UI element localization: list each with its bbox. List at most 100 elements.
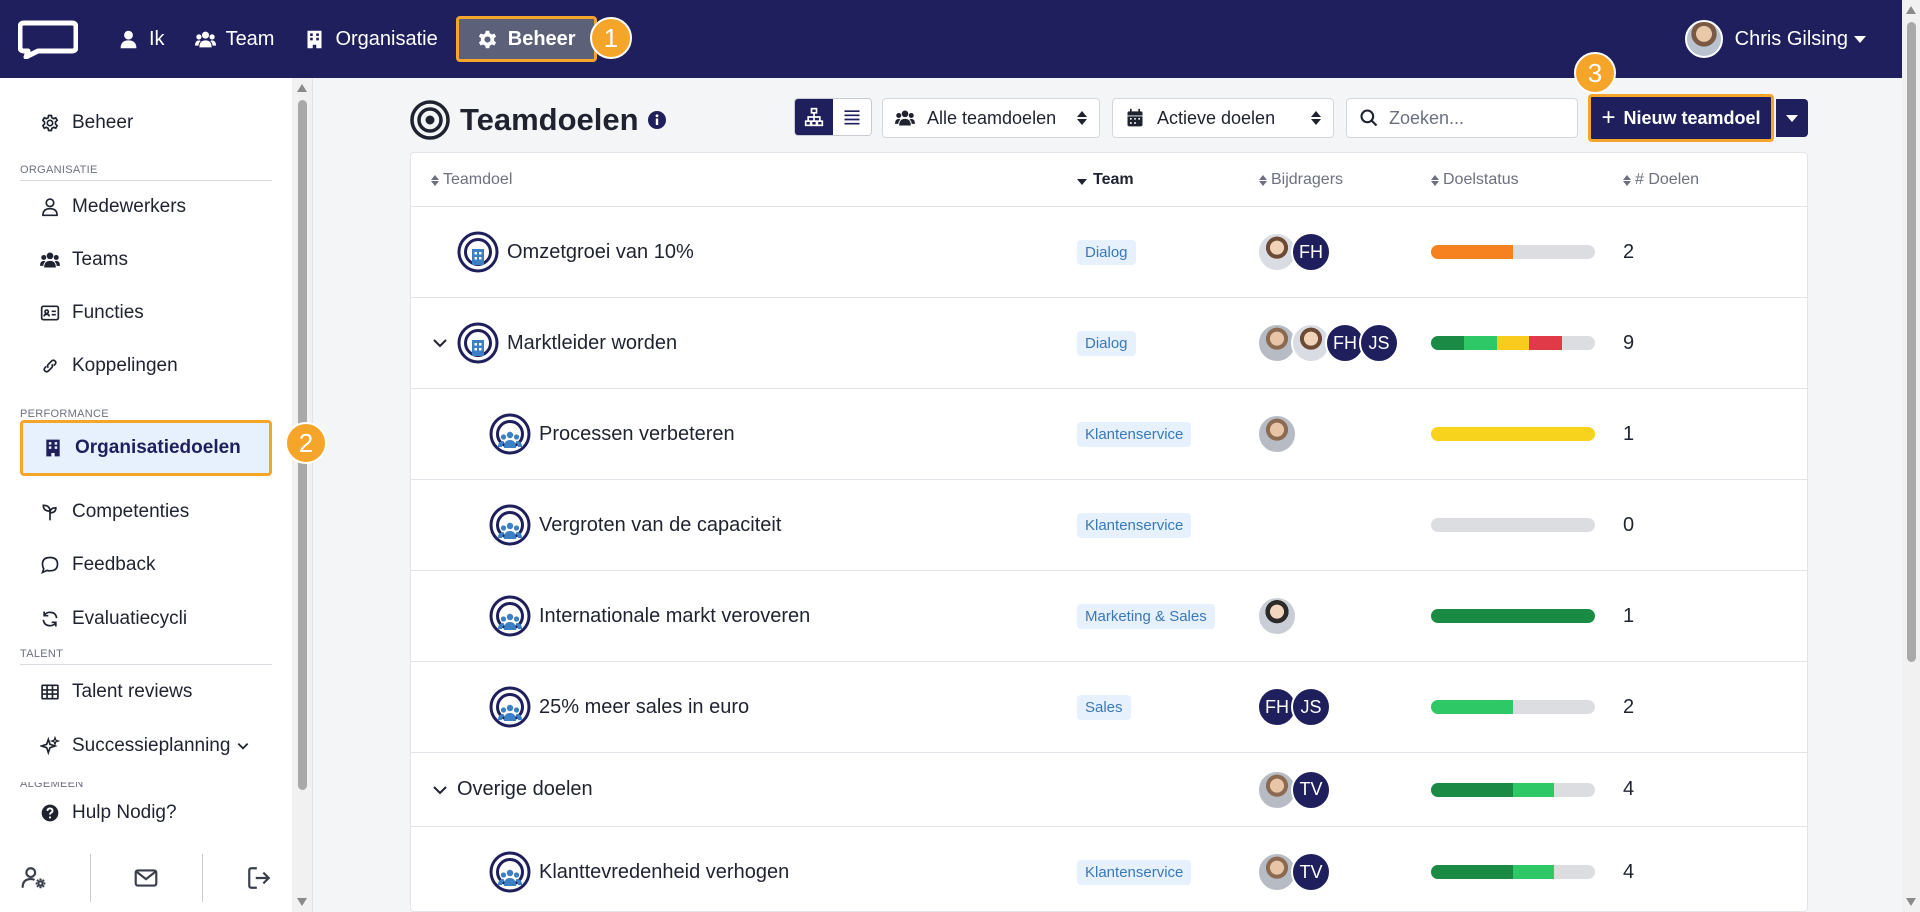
sidebar-item-label: Hulp Nodig? bbox=[72, 802, 177, 823]
avatar-initials[interactable]: FH bbox=[1291, 232, 1331, 272]
sidebar-item-medewerkers[interactable]: Medewerkers bbox=[20, 182, 272, 232]
scrollbar-thumb[interactable] bbox=[1907, 22, 1916, 662]
nav-organisatie[interactable]: Organisatie bbox=[292, 16, 449, 62]
column-header-aantal-doelen[interactable]: # Doelen bbox=[1623, 171, 1699, 189]
sidebar-item-teams[interactable]: Teams bbox=[20, 235, 272, 285]
count-cell: 4 bbox=[1623, 753, 1634, 826]
count-cell: 9 bbox=[1623, 298, 1634, 388]
nav-team[interactable]: Team bbox=[183, 16, 287, 62]
app-logo-icon[interactable] bbox=[18, 19, 78, 59]
view-toggle bbox=[794, 98, 872, 136]
new-teamgoal-dropdown-button[interactable] bbox=[1776, 99, 1808, 137]
scroll-down-icon[interactable] bbox=[297, 898, 307, 906]
link-icon bbox=[43, 359, 57, 373]
avatar-initials[interactable]: JS bbox=[1359, 323, 1399, 363]
team-cell: Dialog bbox=[1077, 298, 1136, 388]
scroll-up-icon[interactable] bbox=[1906, 6, 1916, 14]
goal-count: 1 bbox=[1623, 422, 1635, 445]
sidebar-scrollbar[interactable] bbox=[292, 78, 312, 912]
sidebar-item-talent-reviews[interactable]: Talent reviews bbox=[20, 667, 272, 717]
goal-name[interactable]: Overige doelen bbox=[457, 778, 593, 801]
goal-name[interactable]: Processen verbeteren bbox=[539, 423, 735, 446]
status-segment bbox=[1529, 336, 1563, 350]
nav-beheer[interactable]: Beheer bbox=[455, 16, 597, 62]
chevron-down-icon[interactable] bbox=[433, 783, 447, 797]
sidebar-item-successieplanning[interactable]: Successieplanning bbox=[20, 721, 272, 771]
goal-name[interactable]: Marktleider worden bbox=[507, 332, 677, 355]
contributors-cell: FH JS bbox=[1257, 662, 1331, 752]
column-header-bijdragers[interactable]: Bijdragers bbox=[1259, 171, 1343, 189]
list-view-button[interactable] bbox=[833, 99, 871, 135]
sidebar-item-hulp[interactable]: Hulp Nodig? bbox=[20, 788, 272, 838]
table-row[interactable]: Klanttevredenheid verhogen Klantenservice… bbox=[411, 827, 1807, 911]
footer-divider bbox=[89, 854, 91, 902]
goal-name[interactable]: Internationale markt veroveren bbox=[539, 605, 810, 628]
sidebar-item-evaluatiecycli[interactable]: Evaluatiecycli bbox=[20, 594, 272, 644]
tree-view-button[interactable] bbox=[795, 99, 833, 135]
table-row[interactable]: Marktleider worden Dialog FH JS 9 bbox=[411, 298, 1807, 389]
plus-icon: + bbox=[1601, 104, 1616, 131]
page-scrollbar[interactable] bbox=[1902, 0, 1920, 912]
avatar-initials[interactable]: TV bbox=[1291, 852, 1331, 892]
status-cell bbox=[1431, 389, 1595, 479]
goal-status-bar bbox=[1431, 700, 1595, 714]
search-input[interactable] bbox=[1389, 107, 1569, 129]
table-row[interactable]: 25% meer sales in euro Sales FH JS 2 bbox=[411, 662, 1807, 753]
goal-name[interactable]: Vergroten van de capaciteit bbox=[539, 514, 781, 537]
contributors-cell bbox=[1257, 389, 1297, 479]
goal-status-bar bbox=[1431, 865, 1595, 879]
goal-cell: Overige doelen bbox=[433, 753, 593, 826]
status-cell bbox=[1431, 753, 1595, 826]
user-menu[interactable]: Chris Gilsing bbox=[1684, 0, 1866, 78]
user-settings-icon[interactable] bbox=[21, 865, 47, 891]
column-header-doelstatus[interactable]: Doelstatus bbox=[1431, 171, 1519, 189]
team-tag: Klantenservice bbox=[1077, 512, 1192, 538]
new-teamgoal-button[interactable]: + Nieuw teamdoel bbox=[1588, 94, 1774, 142]
logout-icon[interactable] bbox=[246, 865, 272, 891]
sidebar-item-koppelingen[interactable]: Koppelingen bbox=[20, 341, 272, 391]
goal-name[interactable]: Omzetgroei van 10% bbox=[507, 241, 694, 264]
column-header-team[interactable]: Team bbox=[1077, 171, 1134, 189]
envelope-icon[interactable] bbox=[133, 865, 159, 891]
team-goal-icon bbox=[489, 413, 531, 455]
table-row[interactable]: Overige doelen TV 4 bbox=[411, 753, 1807, 827]
table-row[interactable]: Omzetgroei van 10% Dialog FH 2 bbox=[411, 207, 1807, 298]
team-cell: Klantenservice bbox=[1077, 480, 1192, 570]
sidebar-item-label: Beheer bbox=[72, 112, 134, 133]
table-row[interactable]: Vergroten van de capaciteit Klantenservic… bbox=[411, 480, 1807, 571]
scroll-up-icon[interactable] bbox=[297, 84, 307, 92]
status-cell bbox=[1431, 662, 1595, 752]
avatar[interactable] bbox=[1257, 414, 1297, 454]
sidebar-item-beheer[interactable]: Beheer bbox=[20, 98, 272, 148]
avatar[interactable] bbox=[1257, 596, 1297, 636]
top-navigation-bar: Ik Team Organisatie Beheer Chris Gilsing bbox=[0, 0, 1902, 78]
sidebar-item-organisatiedoelen[interactable]: Organisatiedoelen bbox=[20, 420, 272, 476]
scope-filter-select[interactable]: Alle teamdoelen bbox=[882, 98, 1100, 138]
sidebar: Beheer ORGANISATIE Medewerkers Teams Fun… bbox=[0, 78, 313, 912]
status-filter-select[interactable]: Actieve doelen bbox=[1112, 98, 1334, 138]
nav-ik[interactable]: Ik bbox=[106, 16, 177, 62]
sidebar-item-feedback[interactable]: Feedback bbox=[20, 540, 272, 590]
calendar-icon bbox=[1127, 108, 1143, 127]
chevron-down-icon[interactable] bbox=[433, 336, 447, 350]
table-row[interactable]: Processen verbeteren Klantenservice 1 bbox=[411, 389, 1807, 480]
user-name: Chris Gilsing bbox=[1734, 27, 1848, 50]
sidebar-item-competenties[interactable]: Competenties bbox=[20, 487, 272, 537]
status-cell bbox=[1431, 571, 1595, 661]
sidebar-item-functies[interactable]: Functies bbox=[20, 288, 272, 338]
avatar-initials[interactable]: JS bbox=[1291, 687, 1331, 727]
chevron-down-icon bbox=[1786, 114, 1798, 122]
team-cell: Sales bbox=[1077, 662, 1131, 752]
status-cell bbox=[1431, 827, 1595, 911]
goal-cell: Klanttevredenheid verhogen bbox=[489, 827, 789, 911]
avatar-initials[interactable]: TV bbox=[1291, 769, 1331, 810]
scroll-down-icon[interactable] bbox=[1906, 898, 1916, 906]
goal-name[interactable]: 25% meer sales in euro bbox=[539, 696, 749, 719]
column-header-teamdoel[interactable]: Teamdoel bbox=[431, 171, 512, 189]
sidebar-item-label: Medewerkers bbox=[72, 196, 187, 217]
info-icon[interactable] bbox=[647, 110, 667, 130]
goal-name[interactable]: Klanttevredenheid verhogen bbox=[539, 861, 789, 884]
user-icon bbox=[42, 198, 58, 217]
page-title: Teamdoelen bbox=[410, 100, 667, 140]
table-row[interactable]: Internationale markt veroveren Marketing … bbox=[411, 571, 1807, 662]
